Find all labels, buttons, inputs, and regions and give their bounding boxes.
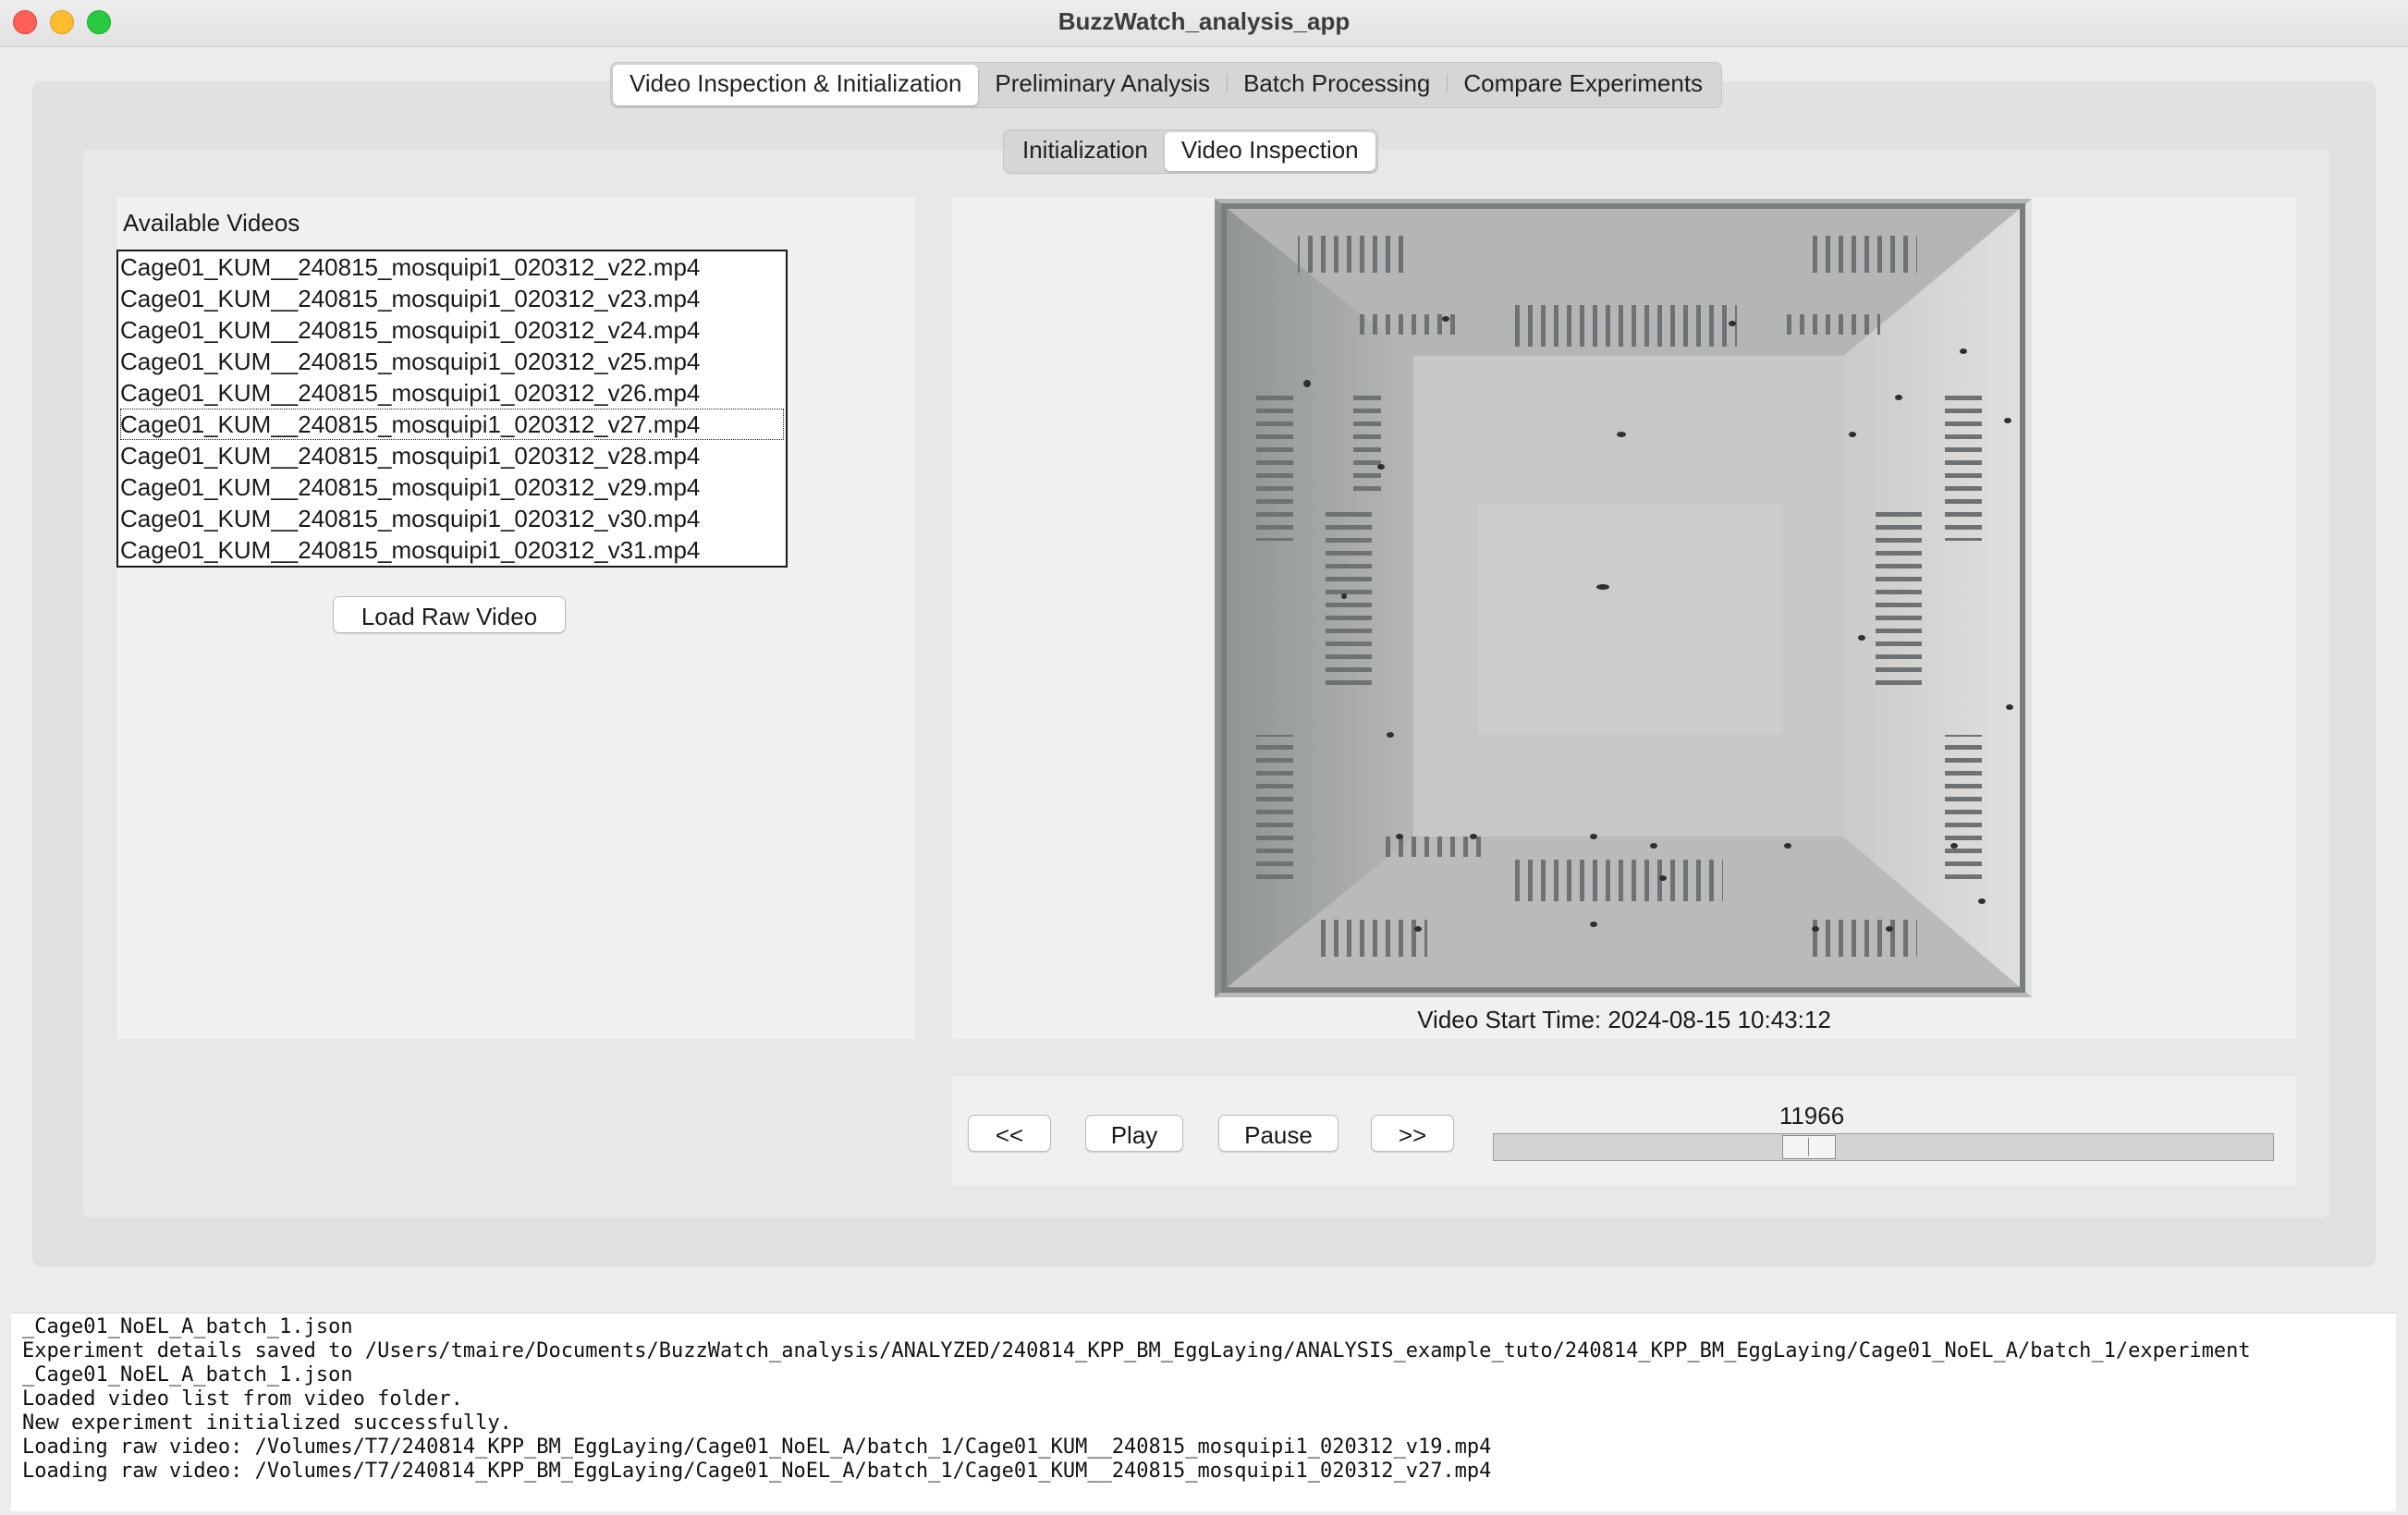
tab-batch-processing[interactable]: Batch Processing (1227, 65, 1447, 105)
console-line: _Cage01_NoEL_A_batch_1.json (22, 1315, 353, 1338)
list-item[interactable]: Cage01_KUM__240815_mosquipi1_020312_v23.… (120, 283, 784, 314)
frame-slider-track[interactable] (1493, 1133, 2274, 1161)
console-line: New experiment initialized successfully. (22, 1411, 512, 1435)
video-listbox[interactable]: Cage01_KUM__240815_mosquipi1_020312_v22.… (116, 250, 788, 568)
play-button[interactable]: Play (1085, 1115, 1183, 1152)
tab-compare-experiments[interactable]: Compare Experiments (1447, 65, 1719, 105)
rewind-button[interactable]: << (968, 1115, 1051, 1152)
console-line: _Cage01_NoEL_A_batch_1.json (22, 1363, 353, 1387)
console-log: _Cage01_NoEL_A_batch_1.json Experiment d… (11, 1313, 2396, 1511)
frame-slider-thumb[interactable] (1782, 1135, 1836, 1159)
list-item[interactable]: Cage01_KUM__240815_mosquipi1_020312_v30.… (120, 503, 784, 534)
list-item[interactable]: Cage01_KUM__240815_mosquipi1_020312_v31.… (120, 534, 784, 566)
console-line: Loading raw video: /Volumes/T7/240814_KP… (22, 1436, 1492, 1459)
tab-initialization[interactable]: Initialization (1006, 132, 1165, 171)
title-bar: BuzzWatch_analysis_app (0, 0, 2408, 47)
available-videos-label: Available Videos (123, 209, 300, 237)
console-line: Loading raw video: /Volumes/T7/240814_KP… (22, 1460, 1492, 1483)
tab-video-inspection-initialization[interactable]: Video Inspection & Initialization (613, 65, 979, 105)
forward-button[interactable]: >> (1371, 1115, 1454, 1152)
load-raw-video-button[interactable]: Load Raw Video (333, 596, 566, 633)
list-item[interactable]: Cage01_KUM__240815_mosquipi1_020312_v24.… (120, 314, 784, 346)
tab-video-inspection[interactable]: Video Inspection (1164, 132, 1375, 171)
cage-video-image (1215, 199, 2032, 997)
list-item[interactable]: Cage01_KUM__240815_mosquipi1_020312_v28.… (120, 440, 784, 471)
console-line: Loaded video list from video folder. (22, 1387, 463, 1411)
tab-preliminary-analysis[interactable]: Preliminary Analysis (978, 65, 1227, 105)
frame-number: 11966 (1778, 1102, 1845, 1130)
video-frame (1215, 199, 2032, 997)
list-item-focused[interactable]: Cage01_KUM__240815_mosquipi1_020312_v27.… (120, 409, 784, 440)
list-item[interactable]: Cage01_KUM__240815_mosquipi1_020312_v26.… (120, 377, 784, 409)
list-item[interactable]: Cage01_KUM__240815_mosquipi1_020312_v25.… (120, 346, 784, 377)
video-start-time: Video Start Time: 2024-08-15 10:43:12 (1417, 1006, 1831, 1033)
pause-button[interactable]: Pause (1218, 1115, 1338, 1152)
main-tab-bar: Video Inspection & Initialization Prelim… (610, 62, 1723, 108)
list-item[interactable]: Cage01_KUM__240815_mosquipi1_020312_v29.… (120, 471, 784, 503)
sub-tab-bar: Initialization Video Inspection (1003, 129, 1378, 174)
list-item[interactable]: Cage01_KUM__240815_mosquipi1_020312_v22.… (120, 251, 784, 283)
console-line: Experiment details saved to /Users/tmair… (22, 1339, 2251, 1362)
window-title: BuzzWatch_analysis_app (1057, 7, 1351, 35)
